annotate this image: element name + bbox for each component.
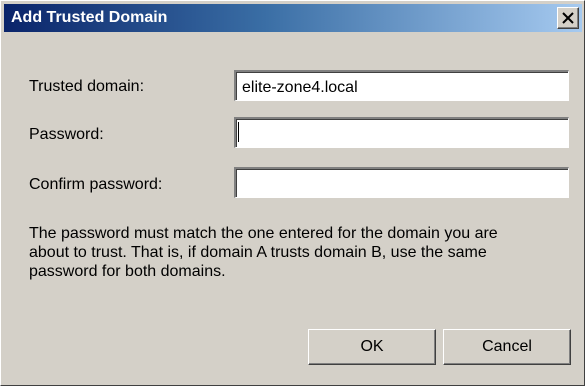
close-icon	[562, 12, 574, 24]
cancel-button[interactable]: Cancel	[443, 329, 571, 365]
ok-button[interactable]: OK	[308, 329, 436, 365]
info-line: about to trust. That is, if domain A tru…	[29, 244, 487, 261]
info-line: The password must match the one entered …	[29, 225, 498, 242]
trusted-domain-label: Trusted domain:	[29, 78, 145, 95]
text-caret	[238, 122, 239, 142]
title-bar[interactable]: Add Trusted Domain	[4, 4, 582, 32]
password-label: Password:	[29, 126, 104, 143]
add-trusted-domain-dialog: Add Trusted Domain Trusted domain: Passw…	[0, 0, 585, 386]
info-line: password for both domains.	[29, 263, 226, 280]
password-info-text: The password must match the one entered …	[29, 224, 569, 281]
trusted-domain-field[interactable]	[234, 70, 569, 101]
confirm-password-field[interactable]	[234, 167, 569, 198]
dialog-title: Add Trusted Domain	[11, 9, 168, 26]
close-button[interactable]	[557, 7, 579, 29]
confirm-password-label: Confirm password:	[29, 176, 163, 193]
password-field[interactable]	[234, 117, 569, 148]
